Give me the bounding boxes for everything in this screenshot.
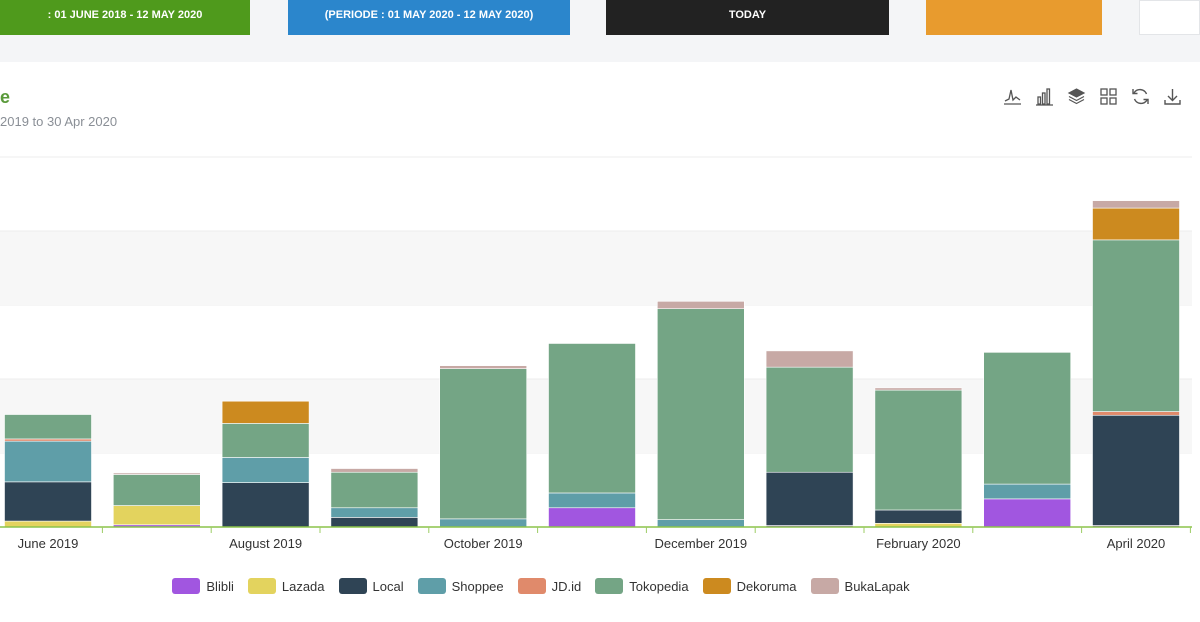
bar-shoppee[interactable] (656, 519, 745, 528)
legend-swatch (517, 578, 546, 594)
bar-bukalapak[interactable] (113, 472, 201, 475)
bar-jd-id[interactable] (1092, 411, 1180, 416)
stacked-bar-chart: June 2019 August 2019 October 2019 December… (0, 156, 1192, 551)
legend-item-bukalapak[interactable]: BukaLapak (810, 578, 910, 594)
bar-tokopedia[interactable] (330, 471, 419, 509)
x-tick-label: October 2019 (444, 536, 523, 551)
legend-label: Shoppee (451, 578, 504, 594)
legend-item-lazada[interactable]: Lazada (247, 578, 325, 594)
legend-label: BukaLapak (844, 578, 910, 594)
legend-label: Blibli (206, 578, 234, 594)
bar-local[interactable] (221, 482, 310, 528)
bar-shoppee[interactable] (330, 507, 419, 518)
bar-tokopedia[interactable] (1092, 239, 1180, 412)
legend-item-shoppee[interactable]: Shoppee (417, 578, 504, 594)
bar-blibli[interactable] (983, 498, 1072, 528)
legend-item-local[interactable]: Local (338, 578, 404, 594)
bar-shoppee[interactable] (221, 457, 310, 483)
legend-swatch (172, 578, 201, 594)
bar-blibli[interactable] (548, 507, 636, 528)
bar-local[interactable] (1092, 414, 1180, 526)
legend-label: Tokopedia (629, 578, 689, 594)
bar-lazada[interactable] (113, 505, 201, 526)
bar-tokopedia[interactable] (874, 389, 963, 511)
bar-tokopedia[interactable] (983, 352, 1072, 485)
legend-item-blibli[interactable]: Blibli (172, 578, 234, 594)
bar-shoppee[interactable] (439, 518, 528, 528)
bar-lazada[interactable] (4, 520, 92, 528)
chart-legend: Blibli Lazada Local Shoppee JD.id Tokopedia De… (0, 578, 1082, 594)
bar-tokopedia[interactable] (4, 414, 92, 440)
bar-bukalapak[interactable] (330, 468, 419, 473)
legend-swatch (417, 578, 446, 594)
x-tick-label: June 2019 (18, 536, 79, 551)
x-tick-label: August 2019 (229, 536, 302, 551)
legend-swatch (810, 578, 839, 594)
bar-jd-id[interactable] (4, 438, 92, 442)
bar-local[interactable] (330, 517, 419, 528)
bar-local[interactable] (765, 471, 854, 526)
bar-tokopedia[interactable] (439, 368, 528, 520)
bar-bukalapak[interactable] (1092, 200, 1180, 209)
legend-item-tokopedia[interactable]: Tokopedia (595, 578, 689, 594)
legend-swatch (702, 578, 731, 594)
bar-dekoruma[interactable] (1092, 207, 1180, 241)
legend-label: Lazada (281, 578, 325, 594)
bar-tokopedia[interactable] (765, 366, 854, 473)
legend-label: Dekoruma (736, 578, 797, 594)
legend-item-dekoruma[interactable]: Dekoruma (702, 578, 797, 594)
bar-local[interactable] (4, 481, 92, 522)
bar-bukalapak[interactable] (439, 365, 528, 369)
bar-shoppee[interactable] (983, 483, 1072, 500)
bar-local[interactable] (874, 509, 963, 524)
x-tick-label: February 2020 (876, 536, 961, 551)
bar-tokopedia[interactable] (656, 308, 745, 520)
bar-shoppee[interactable] (4, 440, 92, 483)
x-tick-label: December 2019 (655, 536, 748, 551)
bar-bukalapak[interactable] (874, 387, 963, 391)
legend-label: JD.id (551, 578, 582, 594)
legend-item-jd-id[interactable]: JD.id (517, 578, 582, 594)
bar-shoppee[interactable] (548, 492, 636, 509)
bar-bukalapak[interactable] (656, 300, 745, 309)
x-tick-label: April 2020 (1107, 536, 1166, 551)
bar-bukalapak[interactable] (765, 350, 854, 368)
legend-swatch (595, 578, 624, 594)
bar-dekoruma[interactable] (221, 400, 310, 424)
grid-band (0, 231, 1192, 305)
bar-tokopedia[interactable] (221, 423, 310, 458)
bar-tokopedia[interactable] (113, 474, 201, 506)
legend-label: Local (372, 578, 404, 594)
legend-swatch (247, 578, 276, 594)
legend-swatch (338, 578, 367, 594)
bar-tokopedia[interactable] (548, 343, 636, 494)
